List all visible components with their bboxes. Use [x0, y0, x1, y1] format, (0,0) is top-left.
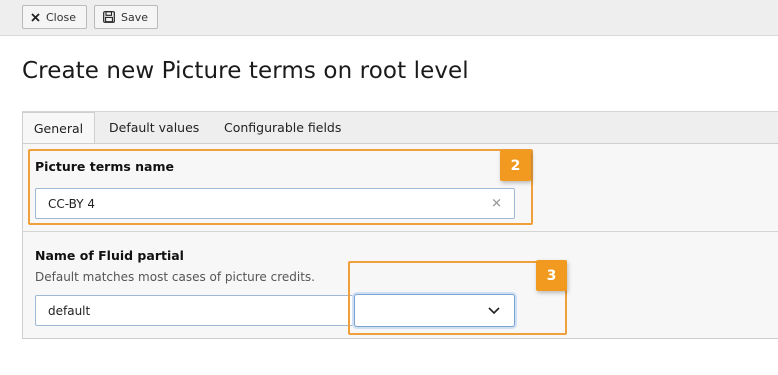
- save-icon: [103, 11, 115, 23]
- tab-general[interactable]: General: [22, 112, 95, 145]
- fluid-partial-label: Name of Fluid partial: [35, 248, 184, 263]
- close-icon: [31, 12, 40, 22]
- callout-badge-3: 3: [536, 260, 567, 291]
- toolbar: Close Save: [0, 0, 778, 36]
- close-button-label: Close: [46, 10, 76, 24]
- tab-configurable-fields[interactable]: Configurable fields: [224, 112, 341, 144]
- callout-highlight-3: [348, 261, 567, 335]
- save-button[interactable]: Save: [94, 5, 158, 29]
- tab-default-values[interactable]: Default values: [109, 112, 199, 144]
- callout-badge-2: 2: [500, 150, 531, 181]
- tab-bar: General Default values Configurable fiel…: [22, 111, 778, 145]
- page-title: Create new Picture terms on root level: [22, 58, 469, 84]
- fluid-partial-input[interactable]: default: [35, 295, 355, 326]
- fluid-partial-description: Default matches most cases of picture cr…: [35, 270, 315, 284]
- save-button-label: Save: [121, 10, 149, 24]
- callout-highlight-2: [28, 149, 533, 225]
- section-divider: [22, 231, 778, 232]
- close-button[interactable]: Close: [22, 5, 87, 29]
- fluid-partial-value: default: [48, 303, 91, 318]
